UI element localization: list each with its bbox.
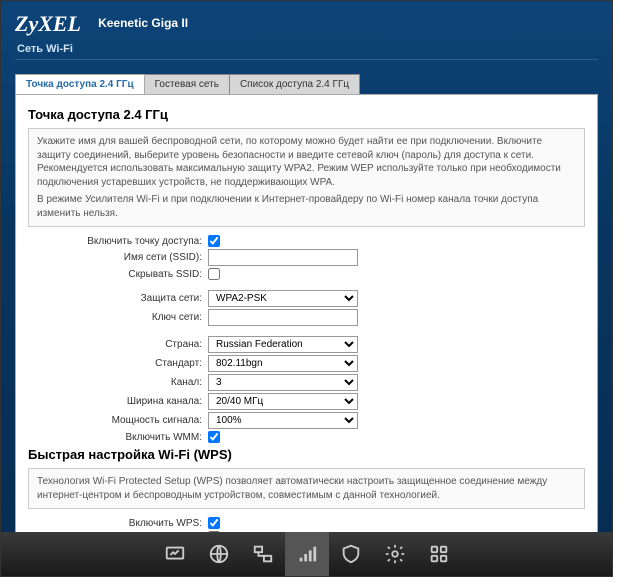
brand-logo: ZyXEL (15, 11, 81, 36)
select-power[interactable]: 100% (208, 412, 358, 429)
label-hide-ssid: Скрывать SSID: (28, 269, 208, 280)
tab-bar: Точка доступа 2.4 ГГц Гостевая сеть Спис… (15, 74, 612, 94)
label-enable-ap: Включить точку доступа: (28, 236, 208, 247)
nav-globe-icon[interactable] (197, 532, 241, 576)
input-ssid[interactable] (208, 249, 358, 266)
tab-access-list[interactable]: Список доступа 2.4 ГГц (230, 74, 360, 94)
info-box-wps: Технология Wi-Fi Protected Setup (WPS) п… (28, 468, 585, 509)
checkbox-enable-ap[interactable] (208, 235, 220, 247)
model-name: Keenetic Giga II (98, 16, 188, 30)
main-panel: Точка доступа 2.4 ГГц Укажите имя для ва… (15, 94, 598, 534)
label-security: Защита сети: (28, 293, 208, 304)
select-security[interactable]: WPA2-PSK (208, 290, 358, 307)
section-title-wps: Быстрая настройка Wi-Fi (WPS) (28, 447, 585, 462)
checkbox-wps-enable[interactable] (208, 517, 220, 529)
section-title-ap: Точка доступа 2.4 ГГц (28, 107, 585, 122)
label-country: Страна: (28, 339, 208, 350)
info-box-ap: Укажите имя для вашей беспроводной сети,… (28, 128, 585, 227)
label-channel: Канал: (28, 377, 208, 388)
tab-guest-network[interactable]: Гостевая сеть (145, 74, 230, 94)
input-key[interactable] (208, 309, 358, 326)
checkbox-hide-ssid[interactable] (208, 268, 220, 280)
select-country[interactable]: Russian Federation (208, 336, 358, 353)
label-standard: Стандарт: (28, 358, 208, 369)
nav-shield-icon[interactable] (329, 532, 373, 576)
nav-apps-icon[interactable] (417, 532, 461, 576)
label-width: Ширина канала: (28, 396, 208, 407)
label-wps-enable: Включить WPS: (28, 518, 208, 529)
nav-gear-icon[interactable] (373, 532, 417, 576)
nav-wifi-icon[interactable] (285, 532, 329, 576)
breadcrumb: Сеть Wi-Fi (15, 43, 598, 55)
select-width[interactable]: 20/40 МГц (208, 393, 358, 410)
label-key: Ключ сети: (28, 312, 208, 323)
nav-monitor-icon[interactable] (153, 532, 197, 576)
select-channel[interactable]: 3 (208, 374, 358, 391)
select-standard[interactable]: 802.11bgn (208, 355, 358, 372)
label-power: Мощность сигнала: (28, 415, 208, 426)
nav-network-icon[interactable] (241, 532, 285, 576)
checkbox-wmm[interactable] (208, 431, 220, 443)
label-ssid: Имя сети (SSID): (28, 252, 208, 263)
tab-access-point[interactable]: Точка доступа 2.4 ГГц (15, 74, 145, 94)
label-wmm: Включить WMM: (28, 432, 208, 443)
bottom-nav (1, 532, 612, 576)
